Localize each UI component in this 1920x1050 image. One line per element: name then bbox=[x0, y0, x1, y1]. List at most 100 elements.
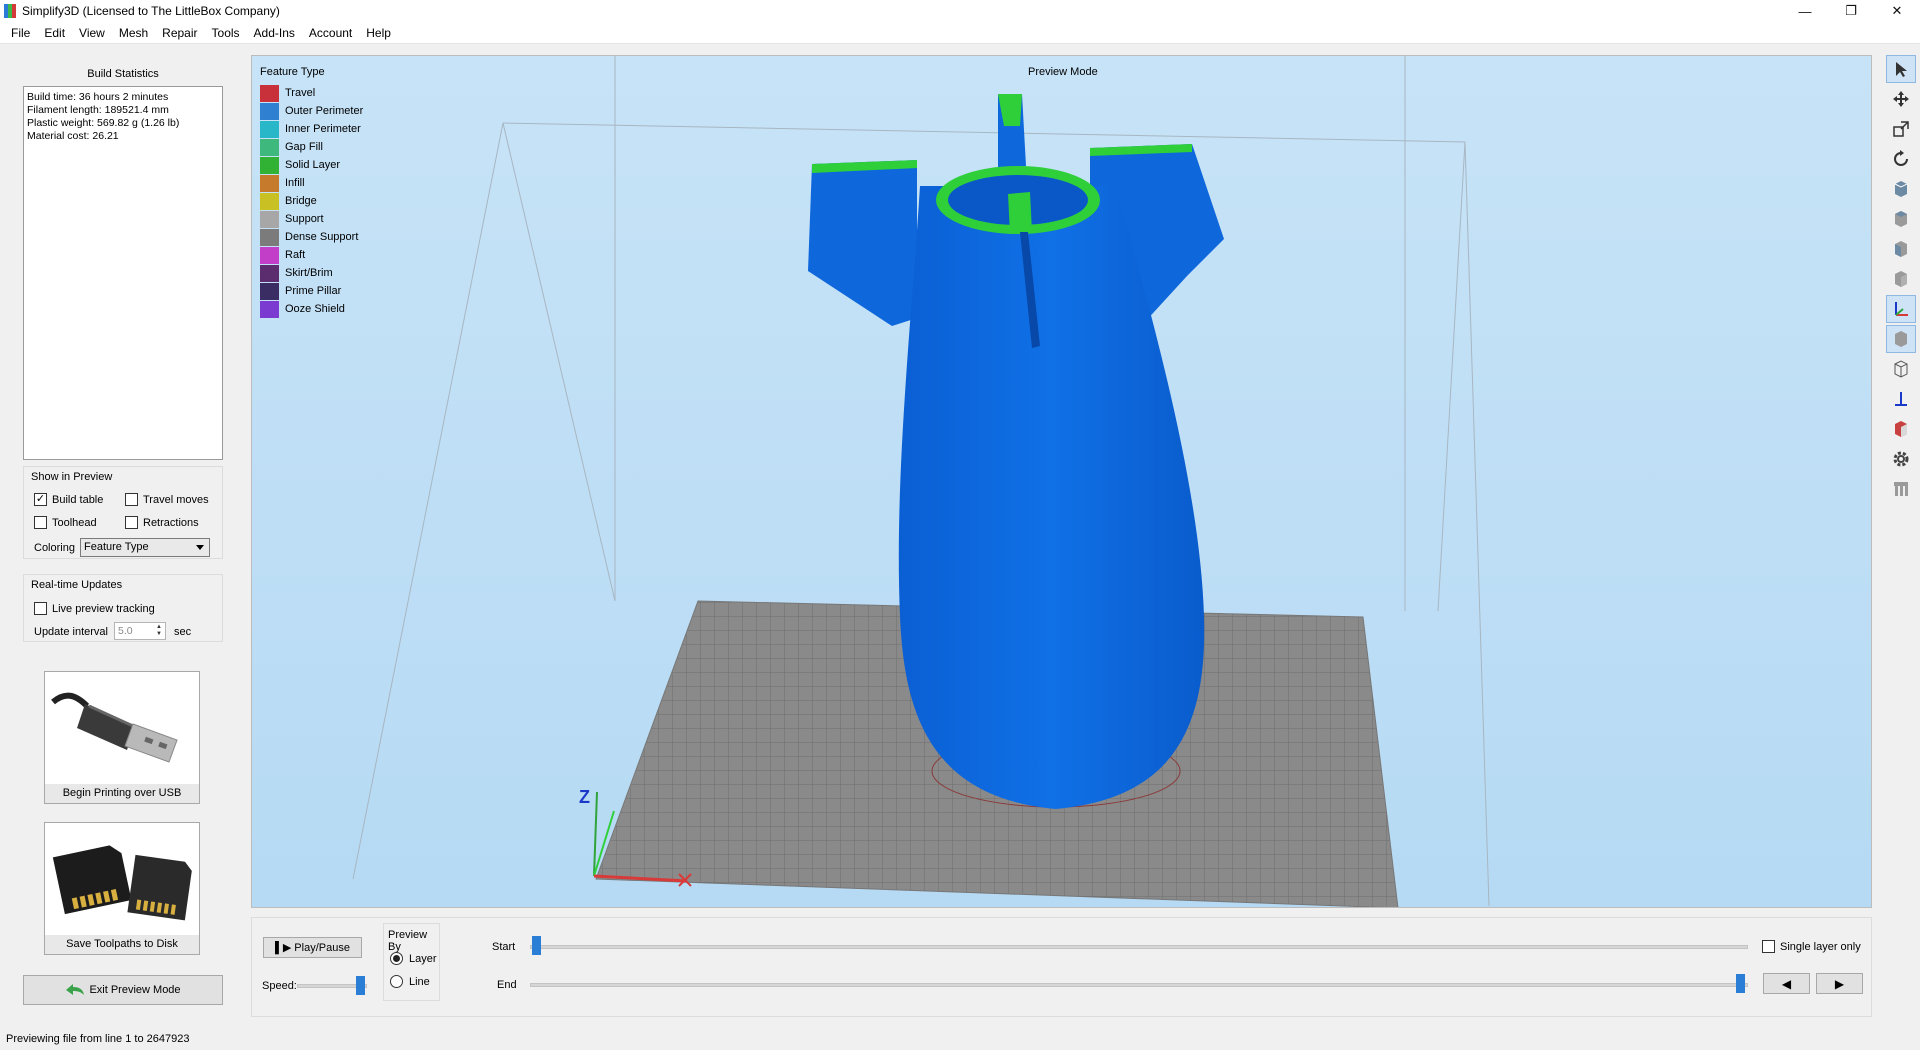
menu-mesh[interactable]: Mesh bbox=[112, 22, 155, 44]
update-interval-value: 5.0 bbox=[118, 625, 133, 637]
title-bar: Simplify3D (Licensed to The LittleBox Co… bbox=[0, 0, 1920, 22]
legend-swatch bbox=[260, 138, 279, 156]
legend-label: Ooze Shield bbox=[285, 303, 345, 315]
speed-label: Speed: bbox=[262, 980, 297, 992]
support-button[interactable] bbox=[1886, 475, 1916, 503]
settings-button[interactable] bbox=[1886, 445, 1916, 473]
legend-label: Solid Layer bbox=[285, 159, 341, 171]
end-slider-track[interactable] bbox=[530, 983, 1748, 987]
start-slider-track[interactable] bbox=[530, 945, 1748, 949]
menu-add-ins[interactable]: Add-Ins bbox=[247, 22, 302, 44]
single-layer-checkbox[interactable]: Single layer only bbox=[1762, 940, 1861, 953]
view-front-button[interactable] bbox=[1886, 175, 1916, 203]
menu-edit[interactable]: Edit bbox=[37, 22, 72, 44]
menu-file[interactable]: File bbox=[4, 22, 37, 44]
legend-swatch bbox=[260, 246, 279, 264]
legend-label: Travel bbox=[285, 87, 316, 99]
play-pause-button[interactable]: ▌▶ Play/Pause bbox=[263, 937, 362, 958]
exit-preview-label: Exit Preview Mode bbox=[89, 984, 181, 996]
save-toolpaths-button[interactable]: Save Toolpaths to Disk bbox=[44, 822, 200, 955]
play-pause-label: Play/Pause bbox=[294, 941, 350, 954]
solid-view-toggle[interactable] bbox=[1886, 325, 1916, 353]
legend-swatch bbox=[260, 228, 279, 246]
preview-by-layer-radio[interactable]: Layer bbox=[390, 952, 437, 965]
legend-item: Solid Layer bbox=[260, 156, 363, 174]
rotate-icon bbox=[1894, 150, 1908, 166]
view-right-button[interactable] bbox=[1886, 265, 1916, 293]
coloring-select[interactable]: Feature Type bbox=[80, 538, 210, 557]
spin-arrows-icon[interactable]: ▲ ▼ bbox=[154, 624, 164, 638]
stat-build-time: Build time: 36 hours 2 minutes bbox=[27, 91, 169, 103]
cube-top-icon bbox=[1895, 211, 1907, 227]
legend-label: Infill bbox=[285, 177, 305, 189]
feature-legend: Travel Outer Perimeter Inner Perimeter Gap … bbox=[260, 84, 363, 318]
menu-bar: File Edit View Mesh Repair Tools Add-Ins… bbox=[0, 22, 1920, 44]
3d-viewport[interactable]: Z Feature Type Travel Outer Perimeter Inne… bbox=[251, 55, 1872, 908]
legend-swatch bbox=[260, 300, 279, 318]
legend-item: Skirt/Brim bbox=[260, 264, 363, 282]
status-bar: Previewing file from line 1 to 2647923 bbox=[0, 1028, 1920, 1050]
move-tool[interactable] bbox=[1886, 85, 1916, 113]
exit-preview-button[interactable]: Exit Preview Mode bbox=[23, 975, 223, 1005]
section-view-button[interactable] bbox=[1886, 415, 1916, 443]
begin-printing-usb-button[interactable]: Begin Printing over USB bbox=[44, 671, 200, 804]
window-title: Simplify3D (Licensed to The LittleBox Co… bbox=[22, 4, 280, 18]
toolhead-checkbox[interactable]: Toolhead bbox=[34, 516, 97, 529]
restore-button[interactable]: ❐ bbox=[1828, 0, 1874, 22]
next-layer-button[interactable]: ▶ bbox=[1816, 973, 1863, 994]
view-left-button[interactable] bbox=[1886, 235, 1916, 263]
live-preview-tracking-checkbox[interactable]: Live preview tracking bbox=[34, 602, 155, 615]
build-table-checkbox[interactable]: ✓ Build table bbox=[34, 493, 103, 506]
legend-item: Prime Pillar bbox=[260, 282, 363, 300]
legend-swatch bbox=[260, 192, 279, 210]
menu-repair[interactable]: Repair bbox=[155, 22, 204, 44]
end-label: End bbox=[497, 979, 517, 991]
cube-right-icon bbox=[1895, 271, 1907, 287]
legend-swatch bbox=[260, 282, 279, 300]
legend-item: Infill bbox=[260, 174, 363, 192]
menu-help[interactable]: Help bbox=[359, 22, 398, 44]
cube-front-icon bbox=[1894, 181, 1908, 197]
cross-section-button[interactable] bbox=[1886, 385, 1916, 413]
legend-item: Inner Perimeter bbox=[260, 120, 363, 138]
wireframe-view-toggle[interactable] bbox=[1886, 355, 1916, 383]
start-label: Start bbox=[492, 941, 516, 953]
menu-account[interactable]: Account bbox=[302, 22, 359, 44]
build-table-label: Build table bbox=[52, 493, 104, 506]
window-controls: — ❐ ✕ bbox=[1782, 0, 1920, 22]
single-layer-check-icon bbox=[1762, 940, 1775, 953]
legend-item: Travel bbox=[260, 84, 363, 102]
triangle-right-icon: ▶ bbox=[1834, 976, 1845, 991]
select-tool[interactable] bbox=[1886, 55, 1916, 83]
preview-controls: ▌▶ Play/Pause Speed: Preview By Layer Li… bbox=[251, 917, 1872, 1017]
start-slider-thumb[interactable] bbox=[532, 936, 541, 955]
previous-layer-button[interactable]: ◀ bbox=[1763, 973, 1810, 994]
coloring-select-value: Feature Type bbox=[84, 541, 149, 553]
scale-tool[interactable] bbox=[1886, 115, 1916, 143]
axes-toggle[interactable] bbox=[1886, 295, 1916, 323]
minimize-button[interactable]: — bbox=[1782, 0, 1828, 22]
travel-moves-label: Travel moves bbox=[143, 493, 209, 506]
rotate-tool[interactable] bbox=[1886, 145, 1916, 173]
legend-swatch bbox=[260, 210, 279, 228]
sd-label: Save Toolpaths to Disk bbox=[66, 938, 178, 950]
sd-card-icon bbox=[45, 823, 199, 935]
retractions-checkbox[interactable]: Retractions bbox=[125, 516, 199, 529]
speed-slider-thumb[interactable] bbox=[356, 976, 365, 995]
cube-left-icon bbox=[1895, 241, 1907, 257]
end-slider-thumb[interactable] bbox=[1736, 974, 1745, 993]
close-button[interactable]: ✕ bbox=[1874, 0, 1920, 22]
move-arrows-icon bbox=[1893, 91, 1909, 107]
z-axis-label: Z bbox=[579, 787, 590, 807]
view-top-button[interactable] bbox=[1886, 205, 1916, 233]
menu-view[interactable]: View bbox=[72, 22, 112, 44]
preview-by-line-radio[interactable]: Line bbox=[390, 975, 430, 988]
section-cube-icon bbox=[1895, 421, 1907, 437]
line-radio-label: Line bbox=[409, 975, 430, 988]
retractions-check-icon bbox=[125, 516, 138, 529]
update-interval-spinbox[interactable]: 5.0 ▲ ▼ bbox=[114, 622, 166, 640]
menu-tools[interactable]: Tools bbox=[205, 22, 247, 44]
realtime-updates-title: Real-time Updates bbox=[31, 579, 123, 591]
travel-moves-checkbox[interactable]: Travel moves bbox=[125, 493, 209, 506]
legend-title: Feature Type bbox=[260, 66, 325, 78]
